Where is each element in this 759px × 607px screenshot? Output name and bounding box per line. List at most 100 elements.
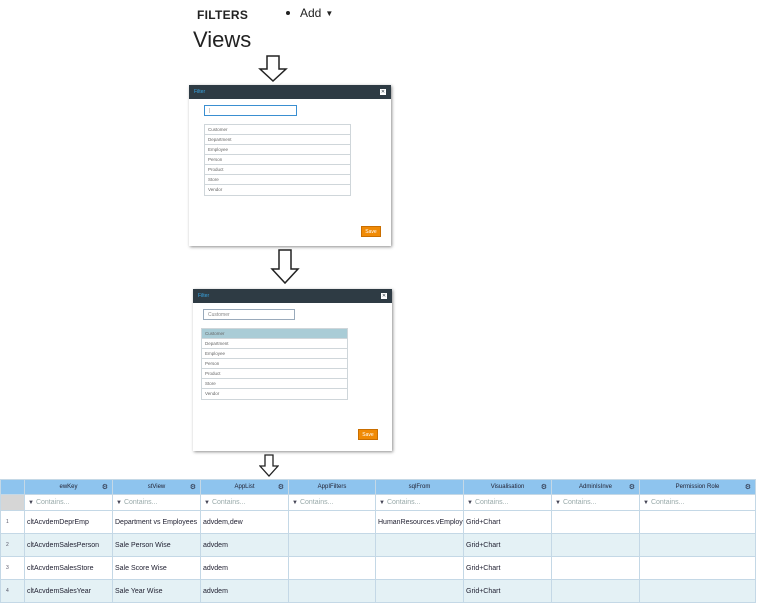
close-icon[interactable]: ✕: [380, 89, 386, 95]
column-header[interactable]: AppIFilters: [288, 479, 376, 495]
table-cell[interactable]: [375, 556, 464, 580]
add-menu[interactable]: Add ▼: [286, 6, 333, 20]
filter-icon[interactable]: ▼: [555, 500, 561, 506]
table-cell[interactable]: [551, 579, 640, 603]
table-cell[interactable]: advdem,dew: [200, 510, 289, 534]
table-cell[interactable]: [551, 556, 640, 580]
row-number: 3: [0, 556, 25, 580]
column-header[interactable]: AdminIsInve ⚙: [551, 479, 640, 495]
column-filter-input[interactable]: ▼ Contains...: [375, 494, 464, 511]
table-cell[interactable]: advdem: [200, 579, 289, 603]
table-cell[interactable]: Grid+Chart: [463, 533, 552, 557]
column-header[interactable]: ewKey ⚙: [24, 479, 113, 495]
table-row[interactable]: 2 cltAcvdemSalesPerson Sale Person Wise …: [0, 533, 756, 557]
search-value: |: [209, 107, 211, 114]
table-cell[interactable]: [288, 510, 376, 534]
column-header[interactable]: stView ⚙: [112, 479, 201, 495]
table-cell[interactable]: [288, 579, 376, 603]
filter-list-item[interactable]: Product: [205, 165, 350, 175]
gear-icon[interactable]: ⚙: [278, 483, 284, 491]
filter-icon[interactable]: ▼: [643, 500, 649, 506]
column-filter-input[interactable]: ▼ Contains...: [200, 494, 289, 511]
table-cell[interactable]: [551, 510, 640, 534]
filter-placeholder: Contains...: [562, 499, 597, 506]
column-header[interactable]: Permission Role ⚙: [639, 479, 756, 495]
filter-icon[interactable]: ▼: [467, 500, 473, 506]
filter-dialog: Filter ✕ | Customer Department Employee …: [189, 85, 391, 246]
gear-icon[interactable]: ⚙: [102, 483, 108, 491]
table-cell[interactable]: Sale Year Wise: [112, 579, 201, 603]
table-cell[interactable]: [288, 556, 376, 580]
filter-placeholder: Contains...: [386, 499, 421, 506]
gear-icon[interactable]: ⚙: [190, 483, 196, 491]
filter-search-input[interactable]: |: [204, 105, 297, 116]
column-filter-input[interactable]: ▼ Contains...: [463, 494, 552, 511]
column-filter-input[interactable]: ▼ Contains...: [24, 494, 113, 511]
filter-row: ▼ Contains... ▼ Contains... ▼ Contains... ▼…: [0, 494, 756, 511]
table-cell[interactable]: [288, 533, 376, 557]
filter-icon[interactable]: ▼: [28, 500, 34, 506]
filter-list-item[interactable]: Employee: [205, 145, 350, 155]
filter-list-item[interactable]: Department: [202, 339, 347, 349]
column-filter-input[interactable]: ▼ Contains...: [288, 494, 376, 511]
down-arrow-icon: [258, 55, 288, 83]
table-cell[interactable]: cltAcvdemSalesPerson: [24, 533, 113, 557]
table-row[interactable]: 1 cltAcvdemDeprEmp Department vs Employe…: [0, 510, 756, 534]
table-cell[interactable]: [639, 579, 756, 603]
table-cell[interactable]: [639, 556, 756, 580]
filter-list-item[interactable]: Vendor: [202, 389, 347, 399]
save-button[interactable]: Save: [361, 226, 381, 237]
table-cell[interactable]: Sale Person Wise: [112, 533, 201, 557]
gear-icon[interactable]: ⚙: [745, 483, 751, 491]
column-header-label: stView: [147, 484, 166, 490]
dialog-title: Filter: [198, 293, 210, 299]
add-menu-label: Add: [300, 6, 322, 20]
filter-list-item[interactable]: Vendor: [205, 185, 350, 195]
table-cell[interactable]: HumanResources.vEmployee: [375, 510, 464, 534]
table-cell[interactable]: Grid+Chart: [463, 510, 552, 534]
table-cell[interactable]: [551, 533, 640, 557]
table-cell[interactable]: [375, 579, 464, 603]
table-cell[interactable]: [375, 533, 464, 557]
table-cell[interactable]: Sale Score Wise: [112, 556, 201, 580]
close-icon[interactable]: ✕: [381, 293, 387, 299]
filter-icon[interactable]: ▼: [204, 500, 210, 506]
filter-list-item[interactable]: Person: [205, 155, 350, 165]
filter-list-item[interactable]: Store: [202, 379, 347, 389]
table-cell[interactable]: Grid+Chart: [463, 579, 552, 603]
column-filter-input[interactable]: ▼ Contains...: [112, 494, 201, 511]
filter-list-item[interactable]: Store: [205, 175, 350, 185]
filter-dialog-selected: Filter ✕ Customer Customer Department Em…: [193, 289, 392, 451]
table-cell[interactable]: [639, 510, 756, 534]
filter-list-item[interactable]: Person: [202, 359, 347, 369]
column-header-label: AppIFilters: [317, 484, 347, 490]
gear-icon[interactable]: ⚙: [629, 483, 635, 491]
table-cell[interactable]: Grid+Chart: [463, 556, 552, 580]
filter-list-item[interactable]: Department: [205, 135, 350, 145]
filter-icon[interactable]: ▼: [292, 500, 298, 506]
table-cell[interactable]: advdem: [200, 556, 289, 580]
table-cell[interactable]: cltAcvdemSalesStore: [24, 556, 113, 580]
filter-list-item[interactable]: Product: [202, 369, 347, 379]
column-header[interactable]: Visualisation ⚙: [463, 479, 552, 495]
filter-list-item-selected[interactable]: Customer: [202, 329, 347, 339]
column-header[interactable]: AppList ⚙: [200, 479, 289, 495]
gear-icon[interactable]: ⚙: [541, 483, 547, 491]
table-cell[interactable]: advdem: [200, 533, 289, 557]
table-cell[interactable]: Department vs Employees: [112, 510, 201, 534]
column-header[interactable]: sqlFrom: [375, 479, 464, 495]
table-row[interactable]: 4 cltAcvdemSalesYear Sale Year Wise advd…: [0, 579, 756, 603]
table-cell[interactable]: [639, 533, 756, 557]
table-cell[interactable]: cltAcvdemSalesYear: [24, 579, 113, 603]
filter-icon[interactable]: ▼: [116, 500, 122, 506]
column-filter-input[interactable]: ▼ Contains...: [639, 494, 756, 511]
down-arrow-icon: [270, 249, 300, 285]
table-row[interactable]: 3 cltAcvdemSalesStore Sale Score Wise ad…: [0, 556, 756, 580]
filter-search-input[interactable]: Customer: [203, 309, 295, 320]
column-filter-input[interactable]: ▼ Contains...: [551, 494, 640, 511]
table-cell[interactable]: cltAcvdemDeprEmp: [24, 510, 113, 534]
filter-icon[interactable]: ▼: [379, 500, 385, 506]
filter-list-item[interactable]: Customer: [205, 125, 350, 135]
filter-list-item[interactable]: Employee: [202, 349, 347, 359]
save-button[interactable]: Save: [358, 429, 378, 440]
